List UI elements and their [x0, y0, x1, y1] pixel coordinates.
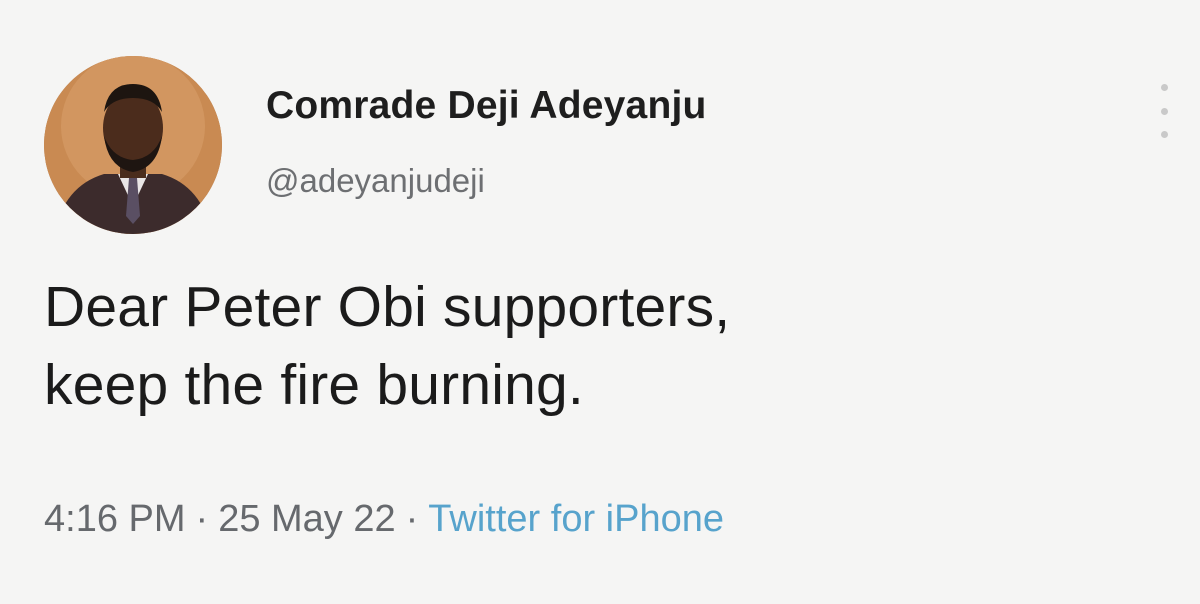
- tweet-text: Dear Peter Obi supporters, keep the fire…: [44, 268, 1154, 424]
- author-names: Comrade Deji Adeyanju @adeyanjudeji: [266, 84, 707, 200]
- meta-separator: ·: [405, 498, 419, 540]
- tweet-header: Comrade Deji Adeyanju @adeyanjudeji: [44, 56, 707, 234]
- tweet-time[interactable]: 4:16 PM: [44, 498, 186, 540]
- avatar-portrait: [44, 56, 222, 234]
- author-display-name[interactable]: Comrade Deji Adeyanju: [266, 84, 707, 128]
- tweet-date[interactable]: 25 May 22: [218, 498, 395, 540]
- tweet-source[interactable]: Twitter for iPhone: [428, 498, 724, 540]
- meta-separator: ·: [195, 498, 209, 540]
- tweet-text-line: keep the fire burning.: [44, 353, 584, 417]
- avatar[interactable]: [44, 56, 222, 234]
- dot: [1160, 84, 1168, 91]
- tweet-text-line: Dear Peter Obi supporters,: [44, 275, 731, 339]
- tweet-card: Comrade Deji Adeyanju @adeyanjudeji Dear…: [0, 0, 1200, 604]
- author-handle[interactable]: @adeyanjudeji: [266, 162, 707, 200]
- tweet-meta: 4:16 PM · 25 May 22 · Twitter for iPhone: [44, 498, 724, 541]
- vertical-ellipsis-icon[interactable]: [1158, 84, 1170, 138]
- dot: [1160, 131, 1168, 138]
- dot: [1160, 107, 1168, 115]
